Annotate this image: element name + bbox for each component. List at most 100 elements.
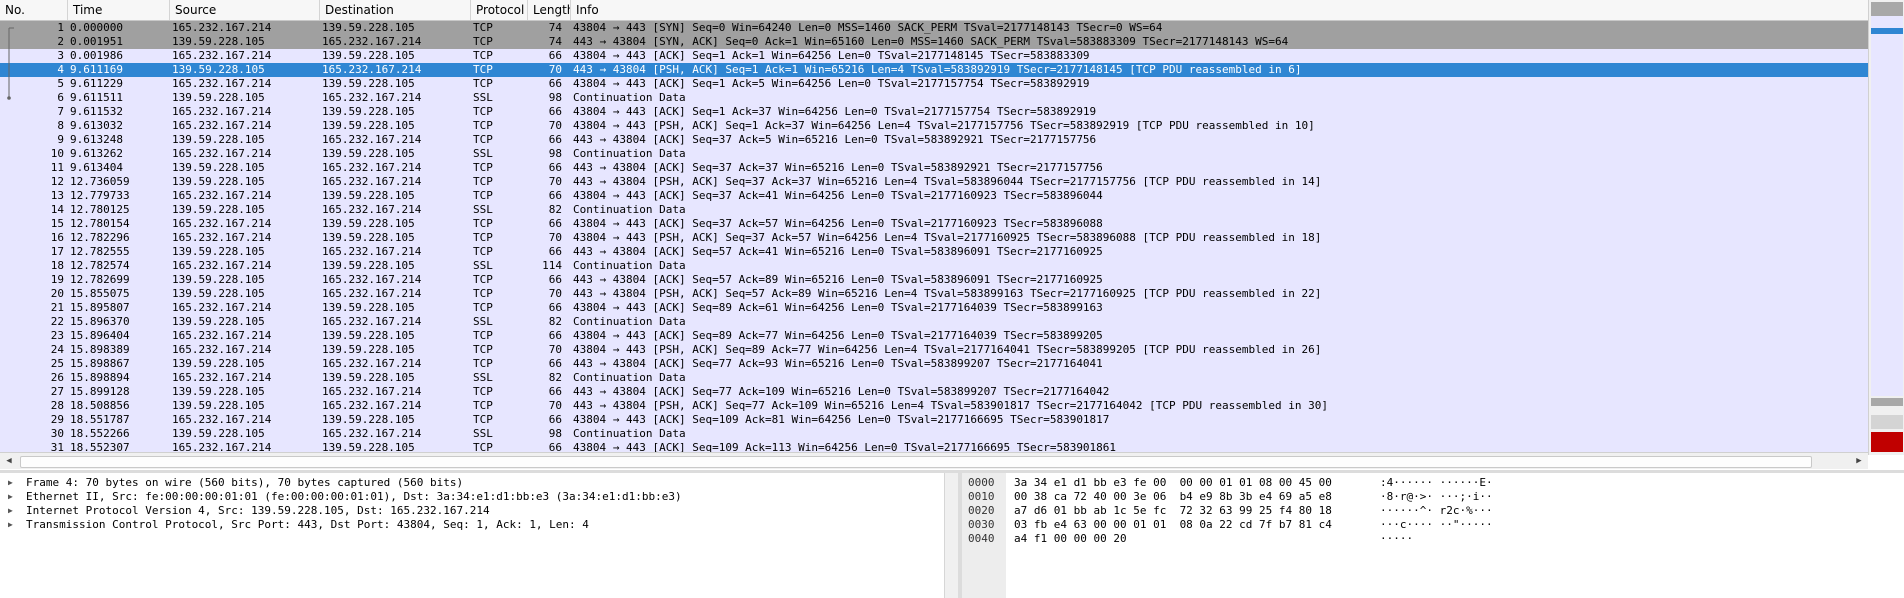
cell-time: 9.613262	[70, 147, 123, 160]
cell-time: 9.613404	[70, 161, 123, 174]
cell-no: 30	[50, 427, 64, 440]
hex-hex[interactable]: 00 38 ca 72 40 00 3e 06 b4 e9 8b 3b e4 6…	[1014, 490, 1332, 504]
table-row[interactable]: 22 15.896370 139.59.228.105 165.232.167.214…	[0, 315, 1868, 329]
cell-proto: TCP	[473, 329, 493, 342]
cell-len: 66	[548, 245, 562, 258]
hex-hex[interactable]: a7 d6 01 bb ab 1c 5e fc 72 32 63 99 25 f…	[1014, 504, 1332, 518]
detail-tree-item[interactable]: ▶ Frame 4: 70 bytes on wire (560 bits), 7…	[0, 476, 958, 490]
table-row[interactable]: 19 12.782699 139.59.228.105 165.232.167.214…	[0, 273, 1868, 287]
table-row[interactable]: 1 0.000000 165.232.167.214 139.59.228.105 TC…	[0, 21, 1868, 35]
hex-hex[interactable]: 03 fb e4 63 00 00 01 01 08 0a 22 cd 7f b…	[1014, 518, 1332, 532]
column-header-length[interactable]: Length	[528, 0, 571, 20]
cell-time: 12.780125	[70, 203, 130, 216]
hex-dump-row: 0040 a4 f1 00 00 00 20 ·····	[962, 532, 1904, 546]
hex-ascii[interactable]: ·8·r@·>· ···;·i··	[1380, 490, 1493, 504]
table-row[interactable]: 29 18.551787 165.232.167.214 139.59.228.105…	[0, 413, 1868, 427]
table-row[interactable]: 27 15.899128 139.59.228.105 165.232.167.214…	[0, 385, 1868, 399]
cell-dst: 165.232.167.214	[322, 133, 422, 146]
cell-info: Continuation Data	[573, 259, 686, 272]
column-header-info[interactable]: Info	[571, 0, 1868, 20]
table-row[interactable]: 6 9.611511 139.59.228.105 165.232.167.214 SS…	[0, 91, 1868, 105]
cell-dst: 139.59.228.105	[322, 77, 415, 90]
hex-ascii[interactable]: ···c···· ··"·····	[1380, 518, 1493, 532]
cell-info: Continuation Data	[573, 371, 686, 384]
cell-dst: 139.59.228.105	[322, 217, 415, 230]
cell-len: 70	[548, 63, 562, 76]
hex-dump-row: 0010 00 38 ca 72 40 00 3e 06 b4 e9 8b 3b …	[962, 490, 1904, 504]
packet-list-minimap-scrollbar[interactable]	[1868, 0, 1904, 455]
table-row[interactable]: 10 9.613262 165.232.167.214 139.59.228.105 S…	[0, 147, 1868, 161]
cell-src: 139.59.228.105	[172, 273, 265, 286]
table-row[interactable]: 26 15.898894 165.232.167.214 139.59.228.105…	[0, 371, 1868, 385]
cell-info: 43804 → 443 [ACK] Seq=37 Ack=41 Win=6425…	[573, 189, 1103, 202]
detail-tree-item[interactable]: ▶ Internet Protocol Version 4, Src: 139.5…	[0, 504, 958, 518]
table-row[interactable]: 31 18.552307 165.232.167.214 139.59.228.105…	[0, 441, 1868, 452]
hex-hex[interactable]: a4 f1 00 00 00 20	[1014, 532, 1127, 546]
cell-no: 20	[50, 287, 64, 300]
cell-proto: TCP	[473, 357, 493, 370]
column-header-destination[interactable]: Destination	[320, 0, 471, 20]
hex-ascii[interactable]: ······^· r2c·%···	[1380, 504, 1493, 518]
column-header-protocol[interactable]: Protocol	[471, 0, 528, 20]
table-row[interactable]: 14 12.780125 139.59.228.105 165.232.167.214…	[0, 203, 1868, 217]
table-row[interactable]: 12 12.736059 139.59.228.105 165.232.167.214…	[0, 175, 1868, 189]
cell-len: 66	[548, 217, 562, 230]
cell-dst: 139.59.228.105	[322, 189, 415, 202]
cell-info: 443 → 43804 [ACK] Seq=37 Ack=37 Win=6521…	[573, 161, 1103, 174]
expand-arrow-icon[interactable]: ▶	[8, 518, 18, 532]
cell-src: 165.232.167.214	[172, 105, 272, 118]
cell-no: 18	[50, 259, 64, 272]
cell-len: 66	[548, 413, 562, 426]
detail-tree-label: Transmission Control Protocol, Src Port:…	[26, 518, 589, 531]
expand-arrow-icon[interactable]: ▶	[8, 490, 18, 504]
table-row[interactable]: 13 12.779733 165.232.167.214 139.59.228.105…	[0, 189, 1868, 203]
table-row[interactable]: 15 12.780154 165.232.167.214 139.59.228.105…	[0, 217, 1868, 231]
cell-proto: TCP	[473, 273, 493, 286]
cell-info: 43804 → 443 [ACK] Seq=89 Ack=77 Win=6425…	[573, 329, 1103, 342]
cell-len: 66	[548, 161, 562, 174]
table-row[interactable]: 9 9.613248 139.59.228.105 165.232.167.214 TC…	[0, 133, 1868, 147]
hex-hex[interactable]: 3a 34 e1 d1 bb e3 fe 00 00 00 01 01 08 0…	[1014, 476, 1332, 490]
table-row[interactable]: 17 12.782555 139.59.228.105 165.232.167.214…	[0, 245, 1868, 259]
hex-ascii[interactable]: :4······ ······E·	[1380, 476, 1493, 490]
cell-dst: 165.232.167.214	[322, 273, 422, 286]
table-row[interactable]: 28 18.508856 139.59.228.105 165.232.167.214…	[0, 399, 1868, 413]
table-row[interactable]: 21 15.895807 165.232.167.214 139.59.228.105…	[0, 301, 1868, 315]
table-row-selected[interactable]: 4 9.611169 139.59.228.105 165.232.167.214 TC…	[0, 63, 1868, 77]
detail-tree-item[interactable]: ▶ Transmission Control Protocol, Src Port…	[0, 518, 958, 532]
table-row[interactable]: 25 15.898867 139.59.228.105 165.232.167.214…	[0, 357, 1868, 371]
scroll-left-icon[interactable]: ◀	[2, 453, 16, 469]
table-row[interactable]: 8 9.613032 165.232.167.214 139.59.228.105 TC…	[0, 119, 1868, 133]
scroll-right-icon[interactable]: ▶	[1852, 453, 1866, 469]
cell-proto: TCP	[473, 21, 493, 34]
expand-arrow-icon[interactable]: ▶	[8, 504, 18, 518]
table-row[interactable]: 2 0.001951 139.59.228.105 165.232.167.214 TC…	[0, 35, 1868, 49]
packet-list-hscrollbar[interactable]: ◀ ▶	[0, 452, 1868, 469]
table-row[interactable]: 18 12.782574 165.232.167.214 139.59.228.105…	[0, 259, 1868, 273]
column-header-no[interactable]: No.	[0, 0, 68, 20]
table-row[interactable]: 3 0.001986 165.232.167.214 139.59.228.105 TC…	[0, 49, 1868, 63]
detail-tree-item[interactable]: ▶ Ethernet II, Src: fe:00:00:00:01:01 (fe…	[0, 490, 958, 504]
expand-arrow-icon[interactable]: ▶	[8, 476, 18, 490]
table-row[interactable]: 5 9.611229 165.232.167.214 139.59.228.105 TC…	[0, 77, 1868, 91]
hscroll-thumb[interactable]	[20, 456, 1812, 468]
cell-dst: 165.232.167.214	[322, 203, 422, 216]
table-row[interactable]: 24 15.898389 165.232.167.214 139.59.228.105…	[0, 343, 1868, 357]
cell-no: 27	[50, 385, 64, 398]
cell-time: 15.899128	[70, 385, 130, 398]
table-row[interactable]: 7 9.611532 165.232.167.214 139.59.228.105 TC…	[0, 105, 1868, 119]
cell-proto: TCP	[473, 231, 493, 244]
table-row[interactable]: 20 15.855075 139.59.228.105 165.232.167.214…	[0, 287, 1868, 301]
hex-off: 0020	[968, 504, 995, 517]
hex-dump-row: 0020 a7 d6 01 bb ab 1c 5e fc 72 32 63 99 …	[962, 504, 1904, 518]
table-row[interactable]: 23 15.896404 165.232.167.214 139.59.228.105…	[0, 329, 1868, 343]
cell-proto: SSL	[473, 91, 493, 104]
table-row[interactable]: 11 9.613404 139.59.228.105 165.232.167.214 T…	[0, 161, 1868, 175]
table-row[interactable]: 16 12.782296 165.232.167.214 139.59.228.105…	[0, 231, 1868, 245]
cell-len: 66	[548, 441, 562, 452]
cell-info: 43804 → 443 [ACK] Seq=1 Ack=37 Win=64256…	[573, 105, 1097, 118]
hex-ascii[interactable]: ·····	[1380, 532, 1413, 546]
table-row[interactable]: 30 18.552266 139.59.228.105 165.232.167.214…	[0, 427, 1868, 441]
column-header-time[interactable]: Time	[68, 0, 170, 20]
column-header-source[interactable]: Source	[170, 0, 320, 20]
